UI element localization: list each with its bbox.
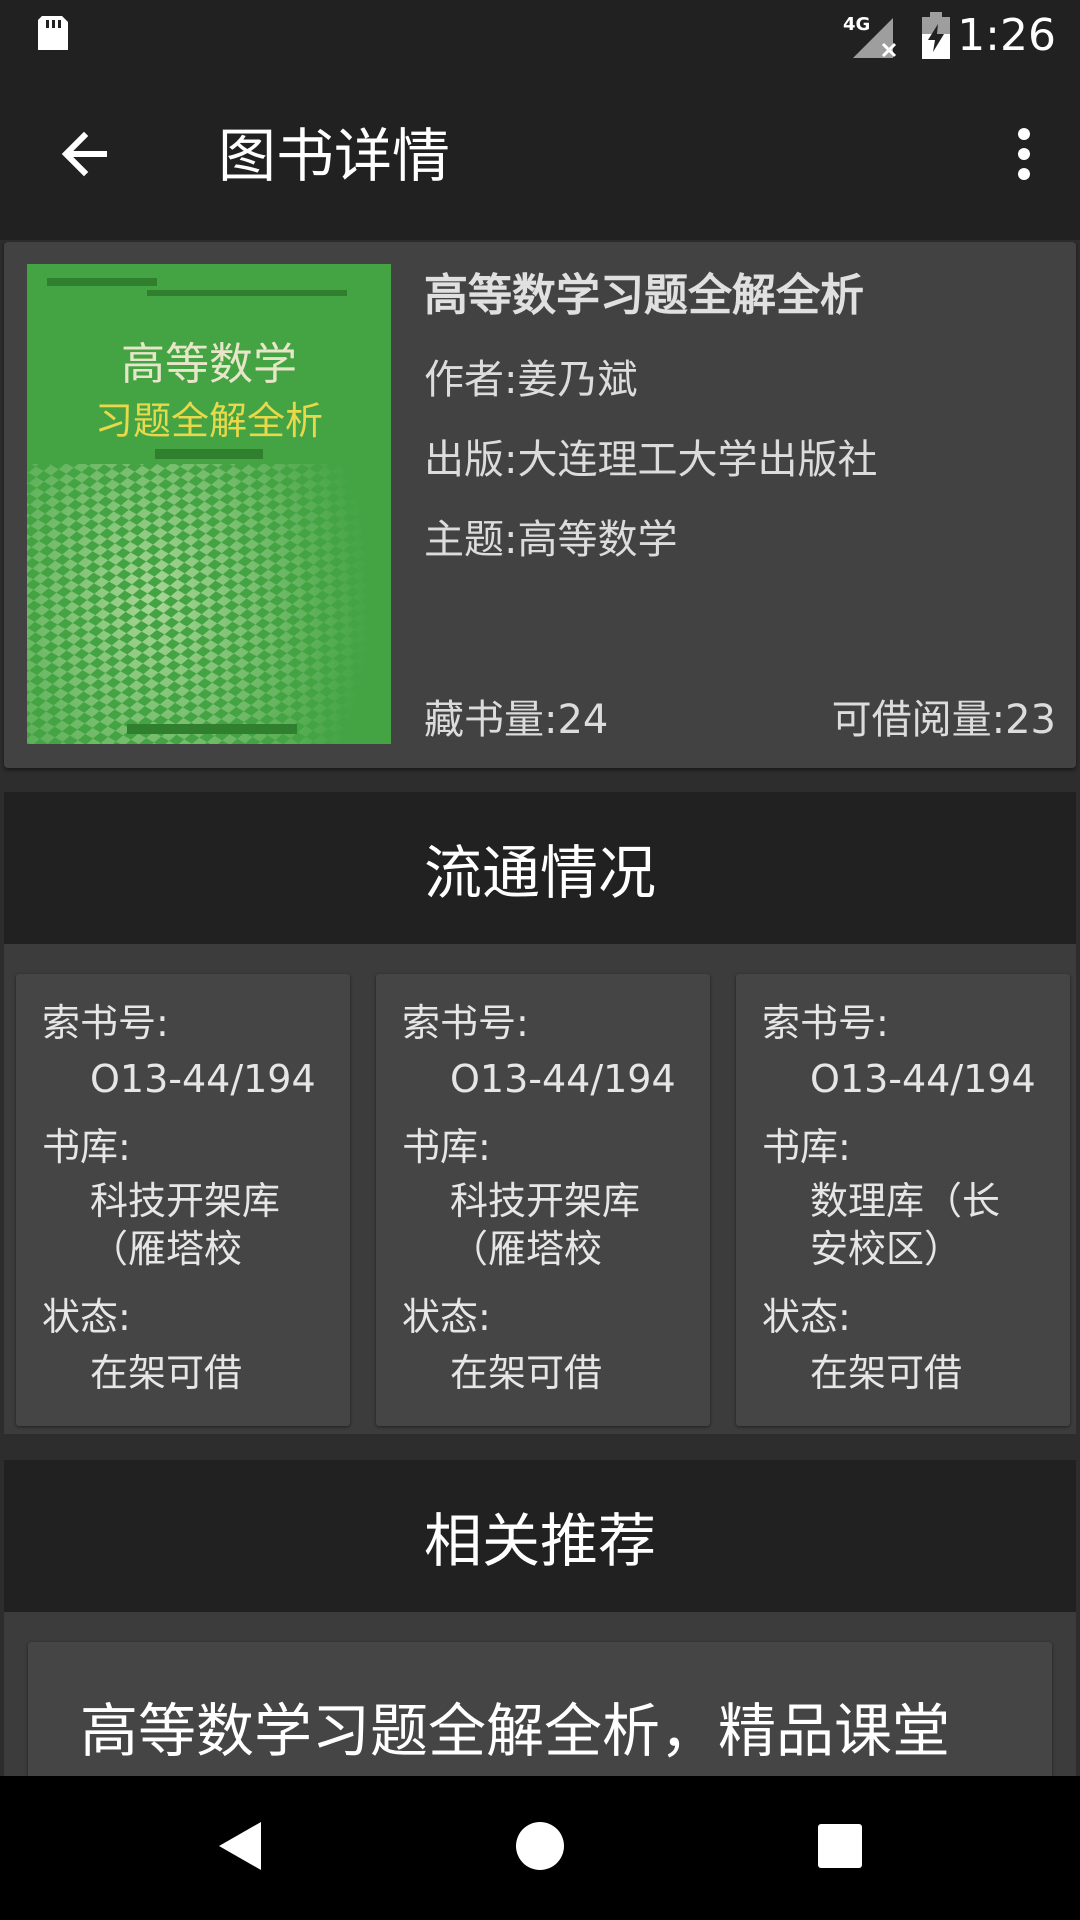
book-title: 高等数学习题全解全析 [424,270,864,321]
status-bar: 4G 1:26 [0,0,1080,72]
location-value-line1: 数理库（长 [810,1179,1001,1223]
page-title: 图书详情 [218,122,451,190]
call-number-value: O13-44/194 [90,1057,316,1101]
location-label: 书库: [402,1125,491,1169]
call-number-value: O13-44/194 [450,1057,676,1101]
app-bar: 图书详情 [0,72,1080,240]
cover-title-line1: 高等数学 [121,339,297,390]
book-subject: 主题:高等数学 [424,517,678,563]
call-number-value: O13-44/194 [810,1057,1036,1101]
holdings-count: 藏书量:24 [424,697,609,743]
copy-card[interactable]: 索书号: O13-44/194 书库: 数理库（长 安校区） 状态: 在架可借 [736,974,1070,1426]
call-number-label: 索书号: [762,1001,889,1045]
battery-charging-icon [920,12,952,64]
cover-title-line2: 习题全解全析 [95,399,323,443]
status-value: 在架可借 [90,1351,243,1395]
nav-home-button[interactable] [500,1808,580,1888]
location-value-line2: 安校区） [810,1227,963,1271]
signal-4g-icon: 4G [843,12,905,64]
nav-home-icon [515,1821,565,1875]
book-cover-image: 高等数学 习题全解全析 [27,264,391,744]
location-label: 书库: [762,1125,851,1169]
system-nav-bar [0,1776,1080,1920]
status-label: 状态: [42,1295,131,1339]
location-value-line2: （雁塔校 [90,1227,243,1271]
copy-card[interactable]: 索书号: O13-44/194 书库: 科技开架库 （雁塔校 状态: 在架可借 [16,974,350,1426]
nav-back-button[interactable] [200,1808,280,1888]
circulation-header: 流通情况 [4,792,1076,944]
status-label: 状态: [762,1295,851,1339]
recommendation-title: 高等数学习题全解全析，精品课堂 [80,1697,951,1765]
back-arrow-icon [56,126,112,186]
nav-back-icon [215,1820,265,1876]
nav-recents-icon [817,1823,863,1873]
call-number-label: 索书号: [402,1001,529,1045]
sd-card-icon [34,14,72,56]
book-publisher: 出版:大连理工大学出版社 [424,437,878,483]
location-value-line2: （雁塔校 [450,1227,603,1271]
more-vert-icon [1016,126,1032,186]
location-label: 书库: [42,1125,131,1169]
location-value-line1: 科技开架库 [450,1179,641,1223]
call-number-label: 索书号: [42,1001,169,1045]
status-value: 在架可借 [810,1351,963,1395]
more-options-button[interactable] [980,112,1068,200]
nav-recents-button[interactable] [800,1808,880,1888]
copy-card[interactable]: 索书号: O13-44/194 书库: 科技开架库 （雁塔校 状态: 在架可借 [376,974,710,1426]
location-value-line1: 科技开架库 [90,1179,281,1223]
network-type-label: 4G [843,14,870,35]
status-label: 状态: [402,1295,491,1339]
back-button[interactable] [40,112,128,200]
recommendations-list: 高等数学习题全解全析，精品课堂 [4,1612,1076,1842]
recommendations-header: 相关推荐 [4,1460,1076,1612]
book-author: 作者:姜乃斌 [424,357,638,403]
circulation-list: 索书号: O13-44/194 书库: 科技开架库 （雁塔校 状态: 在架可借 … [4,944,1076,1434]
status-value: 在架可借 [450,1351,603,1395]
book-info-card: 高等数学 习题全解全析 高等数学习题全解全析 作者:姜乃斌 出版:大连理工大学出… [4,242,1076,768]
available-count: 可借阅量:23 [831,697,1056,743]
status-time: 1:26 [957,10,1056,61]
